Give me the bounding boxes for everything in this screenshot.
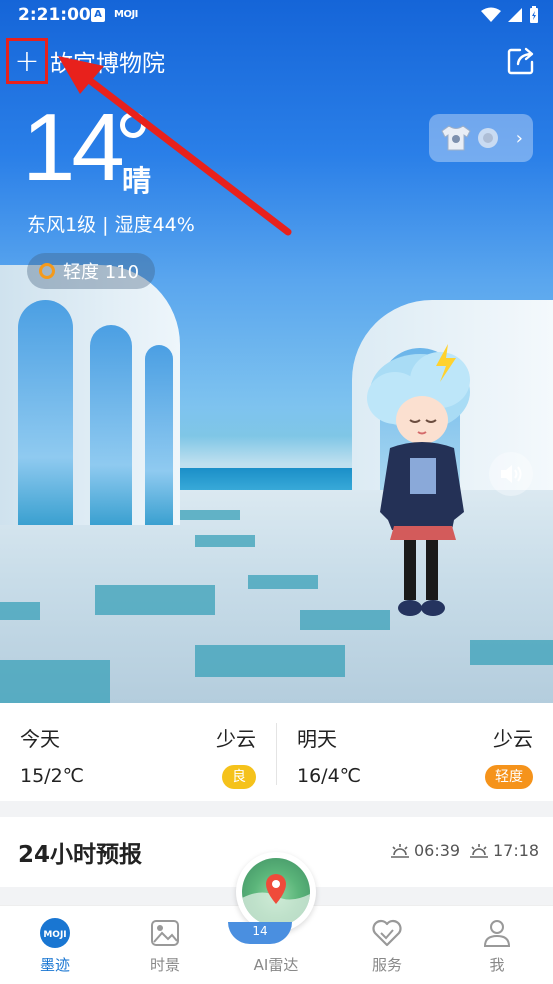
sunset-icon	[470, 843, 488, 858]
signal-icon	[508, 8, 522, 22]
status-icons	[481, 6, 539, 24]
outfit-suggestion-card[interactable]: ›	[429, 114, 533, 162]
add-city-button[interactable]: +	[6, 38, 48, 84]
sunrise-info: 06:39	[390, 841, 460, 860]
chevron-right-icon: ›	[515, 127, 523, 149]
day-condition: 少云	[493, 727, 533, 751]
nav-label: 墨迹	[39, 956, 70, 974]
battery-icon	[530, 6, 538, 23]
nav-item-moji[interactable]: MOJI 墨迹	[0, 906, 110, 984]
voice-broadcast-button[interactable]	[489, 452, 533, 496]
location-name[interactable]: 故宫博物院	[50, 44, 165, 78]
day-name: 明天	[297, 727, 337, 751]
clothing-icon	[478, 128, 498, 148]
weather-avatar-character[interactable]	[360, 340, 480, 625]
daily-summary-card[interactable]: 今天 少云 15/2℃ 良 明天 少云 16/4℃ 轻度	[0, 703, 553, 801]
moji-logo-icon: MOJI	[40, 918, 70, 948]
tomorrow-forecast[interactable]: 明天 少云 16/4℃ 轻度	[277, 703, 553, 801]
status-time: 2:21:00	[18, 5, 91, 25]
speaker-icon	[501, 465, 522, 483]
nav-item-me[interactable]: 我	[442, 906, 552, 984]
moji-notification-icon: MOJI	[114, 9, 138, 20]
radar-map-icon	[242, 858, 310, 926]
section-title: 24小时预报	[18, 842, 143, 868]
share-icon	[507, 47, 534, 75]
plus-icon: +	[14, 43, 40, 79]
share-button[interactable]	[506, 46, 536, 76]
sunset-time: 17:18	[493, 841, 540, 860]
heart-icon	[372, 919, 402, 947]
aqi-status-badge: 轻度	[485, 765, 533, 789]
aqi-badge[interactable]: 轻度 110	[27, 253, 156, 289]
image-icon	[151, 920, 179, 946]
ai-radar-button[interactable]	[236, 852, 316, 932]
nav-label: 时景	[149, 956, 180, 974]
current-temperature: 14	[22, 94, 125, 201]
app-notification-icon: A	[91, 8, 105, 22]
nav-item-services[interactable]: 服务	[332, 906, 442, 984]
today-forecast[interactable]: 今天 少云 15/2℃ 良	[0, 703, 276, 801]
current-condition: 晴	[122, 164, 152, 198]
degree-symbol	[120, 112, 146, 138]
nav-item-scenes[interactable]: 时景	[110, 906, 220, 984]
wifi-icon	[481, 7, 501, 22]
nav-label: 服务	[371, 956, 402, 974]
aqi-status-badge: 良	[222, 765, 256, 789]
sunrise-time: 06:39	[414, 841, 461, 860]
user-icon	[483, 920, 511, 947]
day-temperature-range: 15/2℃	[20, 765, 85, 787]
aqi-label: 轻度 110	[63, 262, 140, 283]
nav-label: AI雷达	[253, 956, 299, 974]
svg-text:MOJI: MOJI	[43, 930, 66, 940]
sunrise-icon	[391, 843, 409, 858]
sunset-info: 17:18	[469, 841, 539, 860]
aqi-ring-icon	[39, 263, 55, 279]
day-name: 今天	[20, 727, 60, 751]
tshirt-icon	[441, 125, 471, 151]
day-temperature-range: 16/4℃	[297, 765, 362, 787]
status-bar: 2:21:00 A MOJI	[0, 0, 553, 32]
day-condition: 少云	[216, 727, 256, 751]
wind-humidity: 东风1级 | 湿度44%	[27, 214, 195, 236]
nav-label: 我	[489, 956, 505, 974]
